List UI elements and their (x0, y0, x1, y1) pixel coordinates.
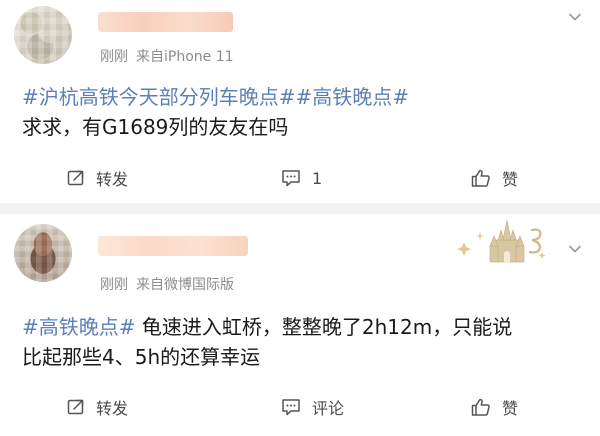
avatar[interactable] (14, 224, 72, 282)
repost-icon (67, 170, 84, 186)
post-time: 刚刚 (100, 49, 128, 65)
thumbs-up-icon (471, 398, 490, 416)
like-label: 赞 (502, 170, 519, 189)
username-redacted[interactable] (98, 12, 233, 32)
repost-button[interactable]: 转发 (66, 163, 128, 193)
repost-button[interactable]: 转发 (66, 392, 128, 422)
repost-label: 转发 (96, 399, 129, 418)
like-button[interactable]: 赞 (470, 392, 518, 422)
comment-count: 1 (312, 168, 323, 188)
post-meta: 刚刚 来自微博国际版 (100, 274, 234, 294)
repost-label: 转发 (96, 170, 129, 189)
username-redacted[interactable] (98, 236, 248, 256)
like-button[interactable]: 赞 (470, 163, 518, 193)
avatar[interactable] (14, 6, 72, 64)
like-label: 赞 (502, 399, 519, 418)
hashtag-link[interactable]: #高铁晚点# (22, 315, 136, 339)
post-card[interactable]: 刚刚 来自iPhone 11 #沪杭高铁今天部分列车晚点##高铁晚点# 求求，有G… (0, 0, 600, 203)
comment-label: 评论 (312, 399, 345, 418)
post-text-line: 比起那些4、5h的还算幸运 (22, 345, 261, 369)
comment-button[interactable]: 1 (280, 163, 322, 193)
comment-icon (282, 170, 300, 187)
chevron-down-icon[interactable] (568, 10, 582, 24)
post-content: #沪杭高铁今天部分列车晚点##高铁晚点# 求求，有G1689列的友友在吗 (22, 82, 580, 142)
post-actions: 转发 评论 赞 (0, 392, 600, 422)
post-card[interactable]: 刚刚 来自微博国际版 #高铁晚点# 龟速进入虹桥，整整晚了2h12m，只能说 比… (0, 214, 600, 436)
weibo-feed: 刚刚 来自iPhone 11 #沪杭高铁今天部分列车晚点##高铁晚点# 求求，有G… (0, 0, 600, 436)
post-text-line: 龟速进入虹桥，整整晚了2h12m，只能说 (141, 315, 513, 339)
post-source: 来自iPhone 11 (136, 49, 234, 65)
post-meta: 刚刚 来自iPhone 11 (100, 46, 234, 66)
post-actions: 转发 1 赞 (0, 163, 600, 193)
castle-badge-icon (457, 219, 546, 263)
post-source: 来自微博国际版 (136, 277, 234, 293)
post-time: 刚刚 (100, 277, 128, 293)
chevron-down-icon[interactable] (568, 242, 582, 256)
post-content: #高铁晚点# 龟速进入虹桥，整整晚了2h12m，只能说 比起那些4、5h的还算幸… (22, 312, 580, 372)
thumbs-up-icon (471, 169, 490, 187)
comment-button[interactable]: 评论 (280, 392, 344, 422)
hashtag-link[interactable]: #沪杭高铁今天部分列车晚点##高铁晚点# (22, 82, 580, 112)
post-text: 求求，有G1689列的友友在吗 (22, 115, 289, 139)
comment-icon (282, 399, 300, 416)
repost-icon (67, 399, 84, 415)
